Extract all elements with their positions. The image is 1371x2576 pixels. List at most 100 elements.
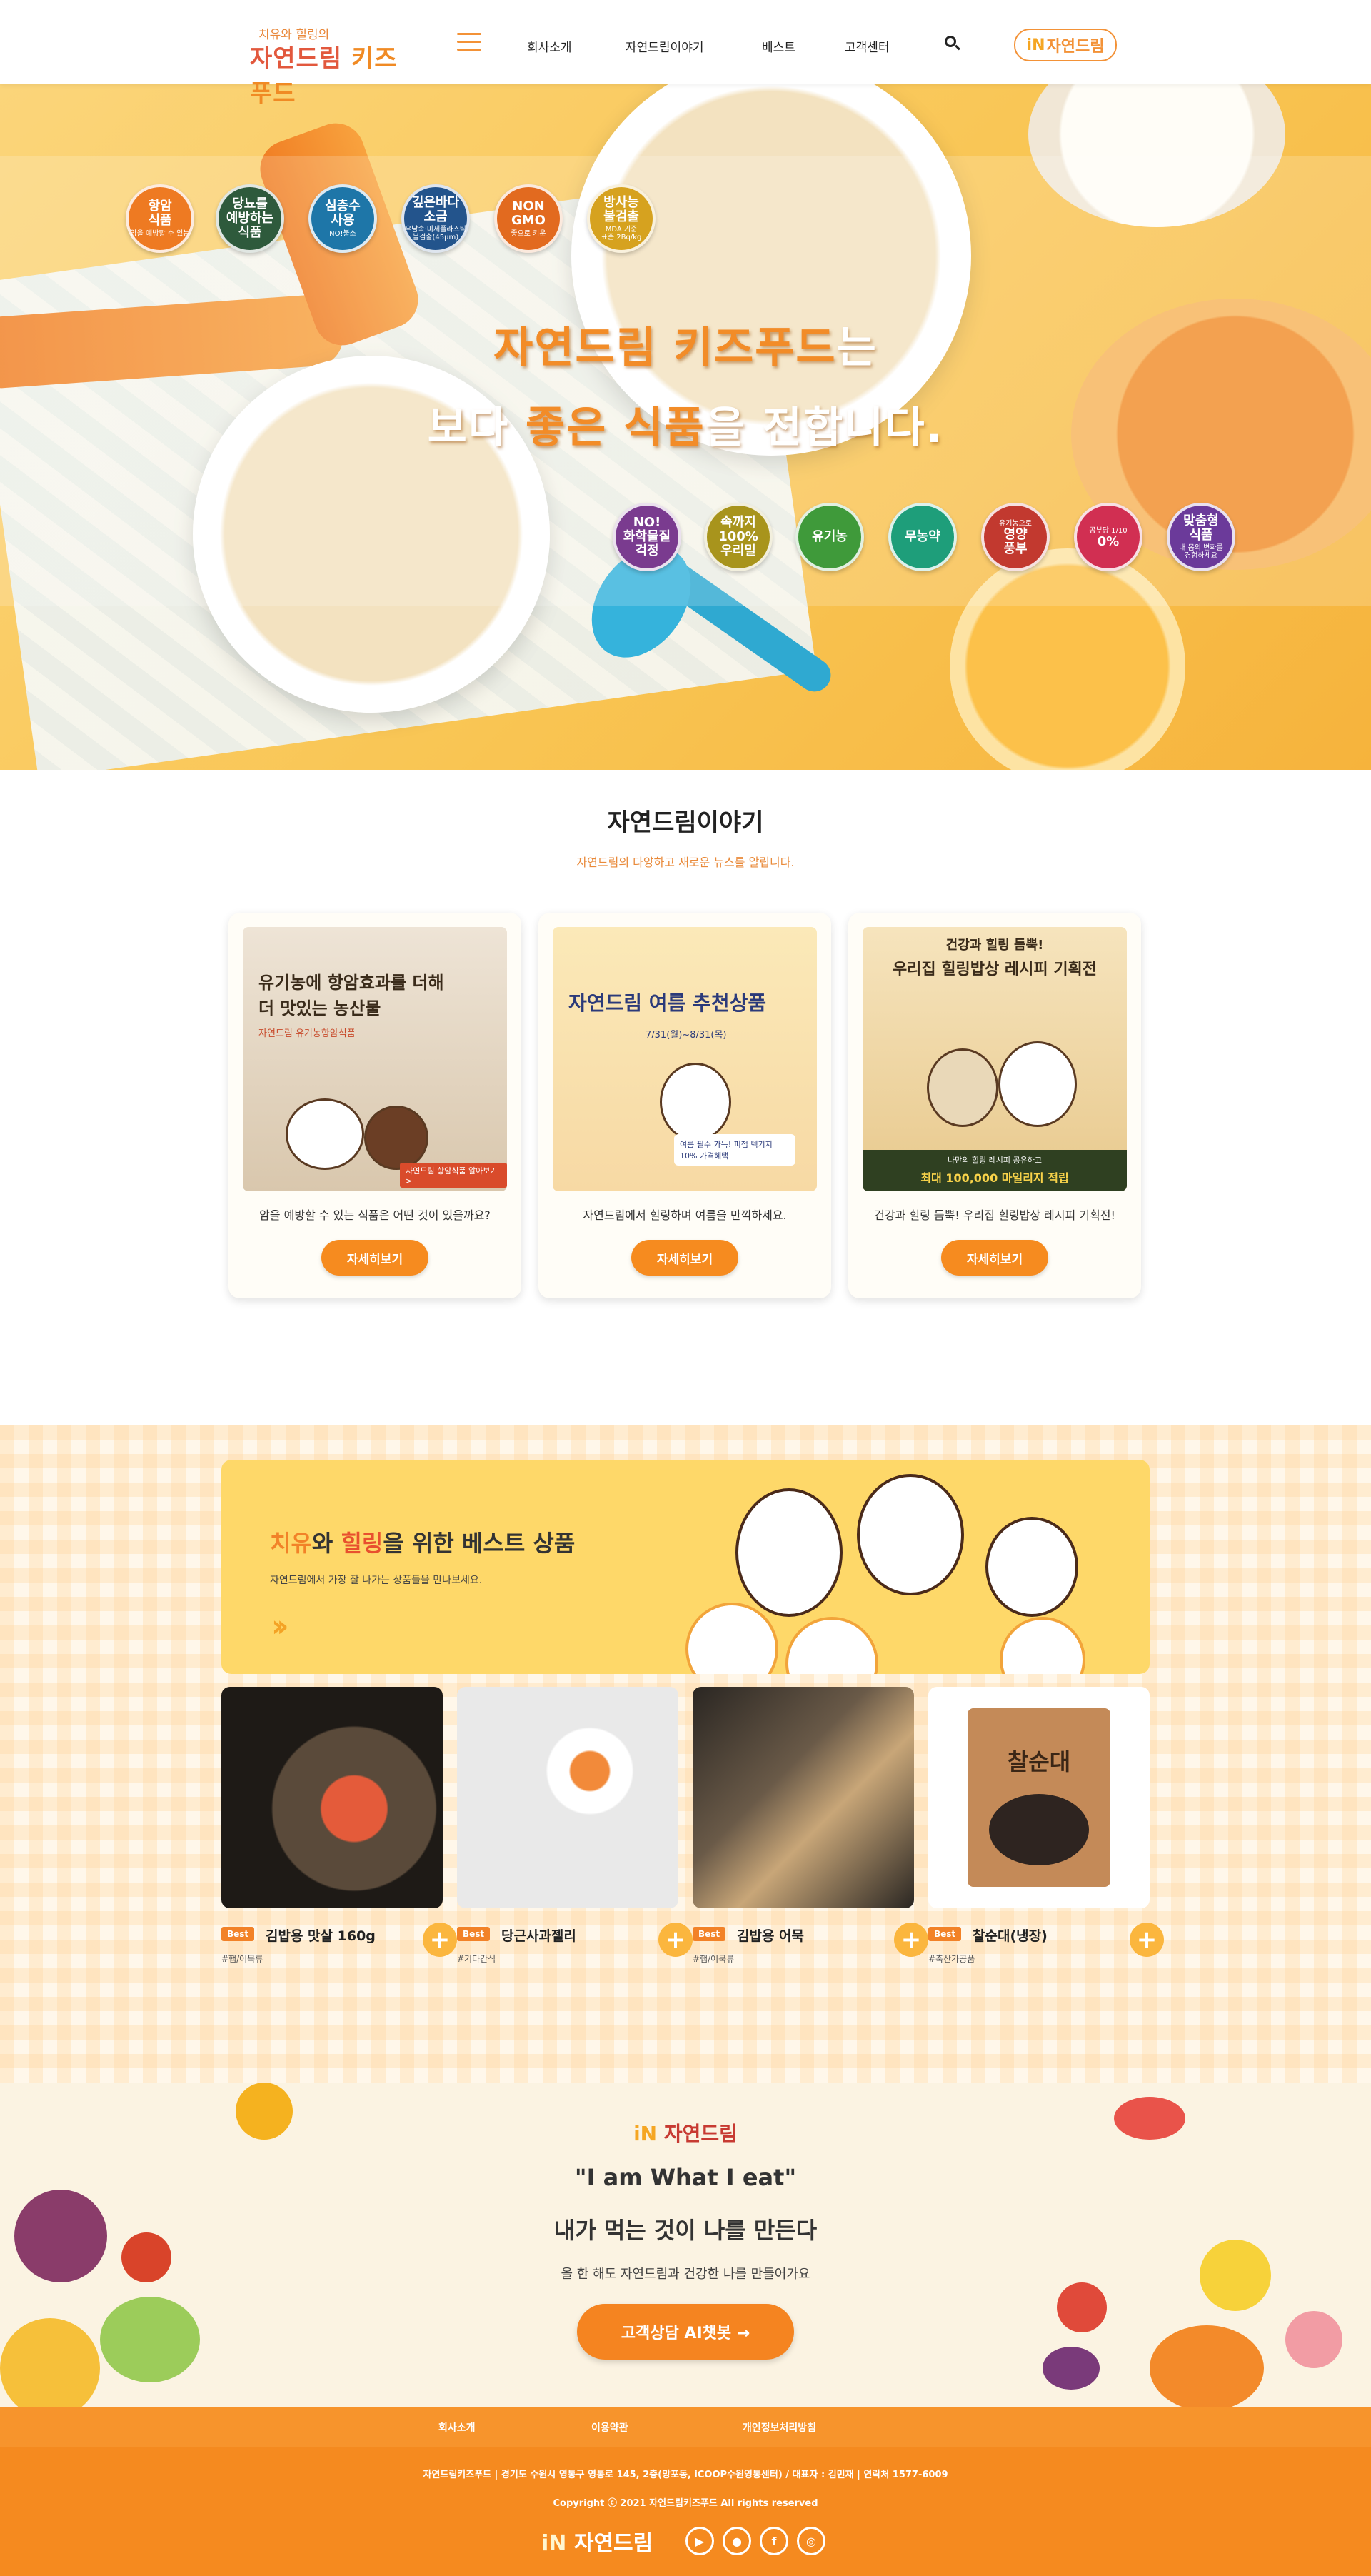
footer-logo: iN 자연드림 bbox=[541, 2525, 653, 2557]
footer-link-company[interactable]: 회사소개 bbox=[438, 2420, 476, 2435]
add-icon[interactable]: + bbox=[894, 1923, 928, 1957]
nav-best[interactable]: 베스트 bbox=[762, 37, 795, 55]
badge-sub: 좋으로 키운 bbox=[511, 229, 546, 238]
product-card[interactable]: Best 김밥용 맛살 160g + #햄/어묵류 bbox=[221, 1687, 457, 1964]
vegetable-illustration bbox=[1285, 2311, 1342, 2368]
vegetable-illustration bbox=[1057, 2282, 1107, 2332]
product-info: Best 김밥용 어묵 + bbox=[693, 1923, 928, 1957]
best-tag: Best bbox=[457, 1927, 491, 1941]
story-card-image[interactable]: 유기농에 항암효과를 더해 더 맛있는 농산물 자연드림 유기농항암식품 자연드림… bbox=[243, 927, 507, 1191]
badge-label: 속까지 100% 우리밀 bbox=[718, 515, 758, 558]
badge-label: NO! 화학물질 걱정 bbox=[623, 515, 671, 558]
story-card-image[interactable]: 건강과 힐링 듬뿍! 우리집 힐링밥상 레시피 기획전 나만의 힐링 레시피 공… bbox=[863, 927, 1127, 1191]
story-card: 유기농에 항암효과를 더해 더 맛있는 농산물 자연드림 유기농항암식품 자연드림… bbox=[228, 913, 521, 1298]
badge-anticancer: 항암 식품 암을 예방할 수 있는 bbox=[126, 184, 194, 253]
chatbot-button[interactable]: 고객상담 AI챗봇 → bbox=[577, 2304, 794, 2360]
product-name[interactable]: 김밥용 어묵 bbox=[737, 1925, 804, 1945]
badge-non-gmo: NON GMO 좋으로 키운 bbox=[494, 184, 563, 253]
food-plate bbox=[686, 1603, 778, 1674]
slogan-logo: iN 자연드림 bbox=[0, 2118, 1371, 2147]
story-card-more-button[interactable]: 자세히보기 bbox=[631, 1240, 738, 1276]
add-icon[interactable]: + bbox=[423, 1923, 457, 1957]
footer-logo-text: 자연드림 bbox=[573, 2531, 653, 2556]
sundae-package: 찰순대 bbox=[968, 1708, 1110, 1887]
card-image-headline: 유기농에 항암효과를 더해 더 맛있는 농산물 bbox=[258, 970, 444, 1021]
site-logo[interactable]: 치유와 힐링의 자연드림 키즈푸드 bbox=[250, 21, 414, 108]
product-category: #축산가공품 bbox=[928, 1954, 975, 1964]
hero-title-text: 을 전합니다. bbox=[705, 403, 944, 453]
badge-sea-salt: 깊은바다 소금 우남속·미세플라스틱 불검출(45μm) bbox=[401, 184, 470, 253]
facebook-icon[interactable]: f bbox=[760, 2527, 788, 2555]
natural-dream-link[interactable]: iN 자연드림 bbox=[1014, 29, 1117, 61]
nav-story[interactable]: 자연드림이야기 bbox=[626, 37, 703, 55]
card-image-footer: 나만의 힐링 레시피 공유하고 최대 100,000 마일리지 적립 bbox=[863, 1150, 1127, 1191]
hero-title-highlight: 좋은 식품 bbox=[525, 403, 705, 453]
footer-link-privacy[interactable]: 개인정보처리방침 bbox=[743, 2420, 816, 2435]
hero-title-text: 는 bbox=[836, 323, 878, 373]
mascot-illustration bbox=[857, 1474, 964, 1595]
badge-organic: 유기농 bbox=[795, 503, 864, 571]
add-icon[interactable]: + bbox=[658, 1923, 693, 1957]
logo-title: 자연드림 키즈푸드 bbox=[250, 39, 414, 109]
add-icon[interactable]: + bbox=[1130, 1923, 1164, 1957]
product-image[interactable] bbox=[457, 1687, 678, 1908]
sundae-photo bbox=[989, 1794, 1089, 1865]
slogan-korean: 내가 먹는 것이 나를 만든다 bbox=[553, 2217, 818, 2244]
nav-company[interactable]: 회사소개 bbox=[527, 37, 572, 55]
company-info: 자연드림키즈푸드 | 경기도 수원시 영통구 영통로 145, 2층(망포동, … bbox=[423, 2470, 948, 2480]
best-banner: 치유와 힐링을 위한 베스트 상품 자연드림에서 가장 잘 나가는 상품들을 만… bbox=[221, 1460, 1150, 1674]
talk-icon[interactable]: ● bbox=[723, 2527, 751, 2555]
product-image[interactable] bbox=[693, 1687, 914, 1908]
mascot-illustration bbox=[985, 1517, 1078, 1617]
hero-title-line-2: 보다 좋은 식품을 전합니다. bbox=[0, 393, 1371, 455]
story-card-more-button[interactable]: 자세히보기 bbox=[321, 1240, 428, 1276]
card-image-headline: 자연드림 여름 추천상품 bbox=[568, 991, 767, 1015]
vegetable-illustration bbox=[1150, 2325, 1264, 2407]
best-title-healing: 치유 bbox=[270, 1530, 312, 1557]
menu-icon[interactable] bbox=[457, 33, 481, 51]
product-name[interactable]: 찰순대(냉장) bbox=[973, 1925, 1048, 1945]
product-name[interactable]: 김밥용 맛살 160g bbox=[266, 1925, 376, 1945]
badge-label: 0% bbox=[1097, 534, 1120, 550]
hero-overlay bbox=[0, 156, 1371, 606]
hero-banner: 항암 식품 암을 예방할 수 있는 당뇨를 예방하는 식품 심층수 사용 NO!불소… bbox=[0, 84, 1371, 770]
product-name[interactable]: 당근사과젤리 bbox=[501, 1925, 576, 1945]
product-card[interactable]: 찰순대 Best 찰순대(냉장) + #축산가공품 bbox=[928, 1687, 1164, 1964]
hero-title-line-1: 자연드림 키즈푸드는 bbox=[0, 313, 1371, 375]
mascot-illustration bbox=[998, 1041, 1077, 1127]
card-image-tag: 자연드림 유기농항암식품 bbox=[258, 1028, 356, 1039]
badge-pesticide-free: 무농약 bbox=[888, 503, 957, 571]
story-card-image[interactable]: 자연드림 여름 추천상품 7/31(월)~8/31(목) 여름 필수 가득! 피… bbox=[553, 927, 817, 1191]
badge-label: 유기농 bbox=[812, 529, 848, 545]
badge-label: NON GMO bbox=[511, 199, 546, 228]
best-title: 치유와 힐링을 위한 베스트 상품 bbox=[270, 1525, 575, 1558]
product-image[interactable]: 찰순대 bbox=[928, 1687, 1150, 1908]
footer-link-terms[interactable]: 이용약관 bbox=[591, 2420, 628, 2435]
hero-title-text: 보다 bbox=[427, 403, 526, 453]
nav-customer-center[interactable]: 고객센터 bbox=[845, 37, 890, 55]
best-subtitle: 자연드림에서 가장 잘 나가는 상품들을 만나보세요. bbox=[270, 1575, 483, 1586]
card-image-caption: 여름 필수 가득! 피첩 텍기지 10% 가격혜택 bbox=[674, 1134, 795, 1166]
story-card: 건강과 힐링 듬뿍! 우리집 힐링밥상 레시피 기획전 나만의 힐링 레시피 공… bbox=[848, 913, 1141, 1298]
story-card-more-button[interactable]: 자세히보기 bbox=[941, 1240, 1048, 1276]
story-card-description: 자연드림에서 힐링하며 여름을 만끽하세요. bbox=[583, 1208, 787, 1222]
mascot-illustration bbox=[660, 1063, 731, 1141]
product-card[interactable]: Best 김밥용 어묵 + #햄/어묵류 bbox=[693, 1687, 928, 1964]
story-card: 자연드림 여름 추천상품 7/31(월)~8/31(목) 여름 필수 가득! 피… bbox=[538, 913, 831, 1298]
search-icon[interactable] bbox=[945, 36, 960, 51]
product-card[interactable]: Best 당근사과젤리 + #기타간식 bbox=[457, 1687, 693, 1964]
badge-nutrition: 유기농으로 영양 풍부 bbox=[981, 503, 1050, 571]
card-image-tag: 나만의 힐링 레시피 공유하고 bbox=[948, 1156, 1042, 1165]
youtube-icon[interactable]: ▶ bbox=[686, 2527, 714, 2555]
card-image-caption: 최대 100,000 마일리지 적립 bbox=[920, 1171, 1069, 1185]
instagram-icon[interactable]: ◎ bbox=[797, 2527, 825, 2555]
product-category: #기타간식 bbox=[457, 1954, 496, 1964]
product-image[interactable] bbox=[221, 1687, 443, 1908]
badge-no-chemicals: NO! 화학물질 걱정 bbox=[613, 503, 681, 571]
card-image-line: 더 맛있는 농산물 bbox=[258, 998, 381, 1018]
badge-label: 깊은바다 소금 bbox=[411, 194, 460, 224]
story-subtitle: 자연드림의 다양하고 새로운 뉴스를 알립니다. bbox=[576, 856, 795, 869]
mascot-illustration bbox=[286, 1098, 364, 1170]
badge-sub: NO!불소 bbox=[329, 229, 356, 238]
badge-custom: 맞춤형 식품 내 몸의 변화를 경험하세요 bbox=[1167, 503, 1235, 571]
